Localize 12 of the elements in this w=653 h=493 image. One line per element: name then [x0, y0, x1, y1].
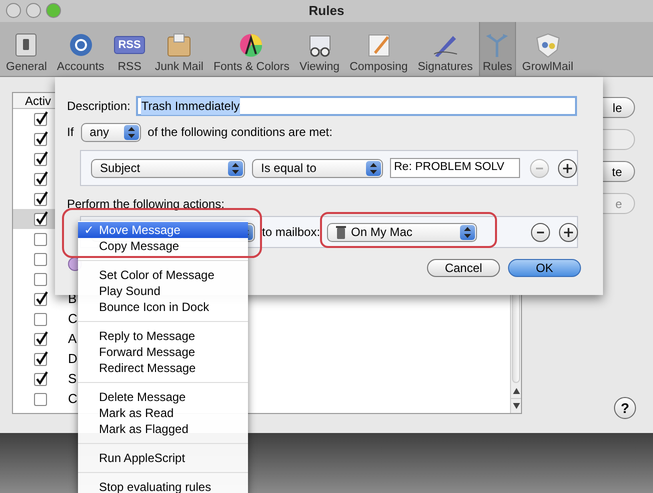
field-label: Description: [67, 98, 130, 115]
rule-name: A [68, 330, 77, 348]
actions-label: Perform the following actions: [67, 196, 226, 210]
rule-name: S [68, 370, 77, 388]
rule-name: C [68, 390, 78, 408]
mailbox-label: to mailbox: [262, 224, 320, 241]
window-title: Rules [308, 2, 344, 20]
rss-icon: RSS [114, 36, 145, 54]
rule-name: C [68, 310, 78, 328]
if-label: If [67, 124, 74, 141]
rule-name: D [68, 350, 78, 368]
conditions-label: of the following conditions are met: [148, 124, 332, 141]
